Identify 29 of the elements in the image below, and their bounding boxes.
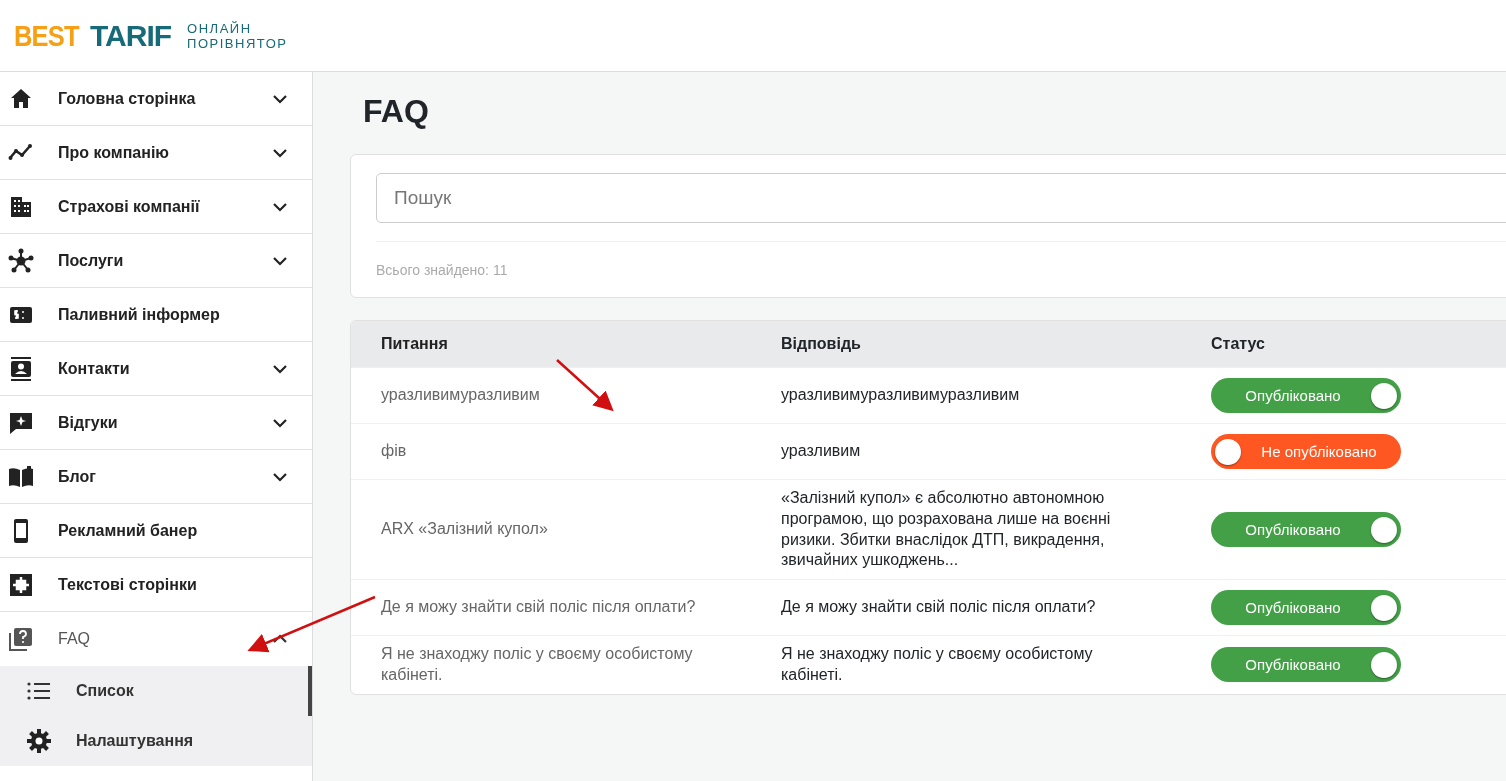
puzzle-frame-icon xyxy=(8,571,34,598)
answer-cell-text: уразливимуразливимуразливим xyxy=(781,385,1021,406)
answer-cell-text: Я не знаходжу поліс у своєму особистому кабінеті. xyxy=(781,644,1094,685)
question-stack-icon xyxy=(8,626,34,652)
answer-cell-text: Де я можу знайти свій поліс після оплати? xyxy=(781,597,1097,618)
answer-cell-text: уразливим xyxy=(781,441,862,462)
network-icon xyxy=(8,247,34,274)
settings-icon xyxy=(26,728,52,754)
page-title: FAQ xyxy=(363,92,430,130)
logo-text-part: BEST xyxy=(14,18,79,54)
question-cell-text: Я не знаходжу поліс у своєму особистому кабінеті. xyxy=(380,644,694,685)
answer-cell-text: «Залізний купол» є абсолютно автономною програмою, що розрахована лише на воєнні ризики. Збитки внаслідок ДТП, викрадення, звичайних ушкоджень... xyxy=(781,488,1112,571)
sidebar-subitem[interactable]: Налаштування xyxy=(0,716,312,766)
results-count: Всього знайдено: 11 xyxy=(376,241,1506,281)
logo-text-part: TARIF xyxy=(90,18,172,54)
column-header: Статус xyxy=(1211,334,1266,354)
open-book-icon xyxy=(8,463,34,490)
search-field[interactable]: Пошук xyxy=(376,173,1506,223)
sidebar-subitem[interactable]: Список xyxy=(0,666,312,716)
question-cell-text: Де я можу знайти свій поліс після оплати? xyxy=(380,597,697,618)
annotation-arrow xyxy=(556,359,614,412)
column-header: Відповідь xyxy=(781,334,862,354)
question-cell-text: фів xyxy=(380,441,408,462)
column-header: Питання xyxy=(380,334,449,354)
question-cell-text: ARX «Залізний купол» xyxy=(380,519,549,540)
tagline: ОНЛАЙН xyxy=(187,20,253,36)
question-cell-text: уразливимуразливим xyxy=(380,385,541,406)
contact-card-icon xyxy=(8,355,34,382)
tagline: ПОРІВНЯТОР xyxy=(187,35,288,51)
